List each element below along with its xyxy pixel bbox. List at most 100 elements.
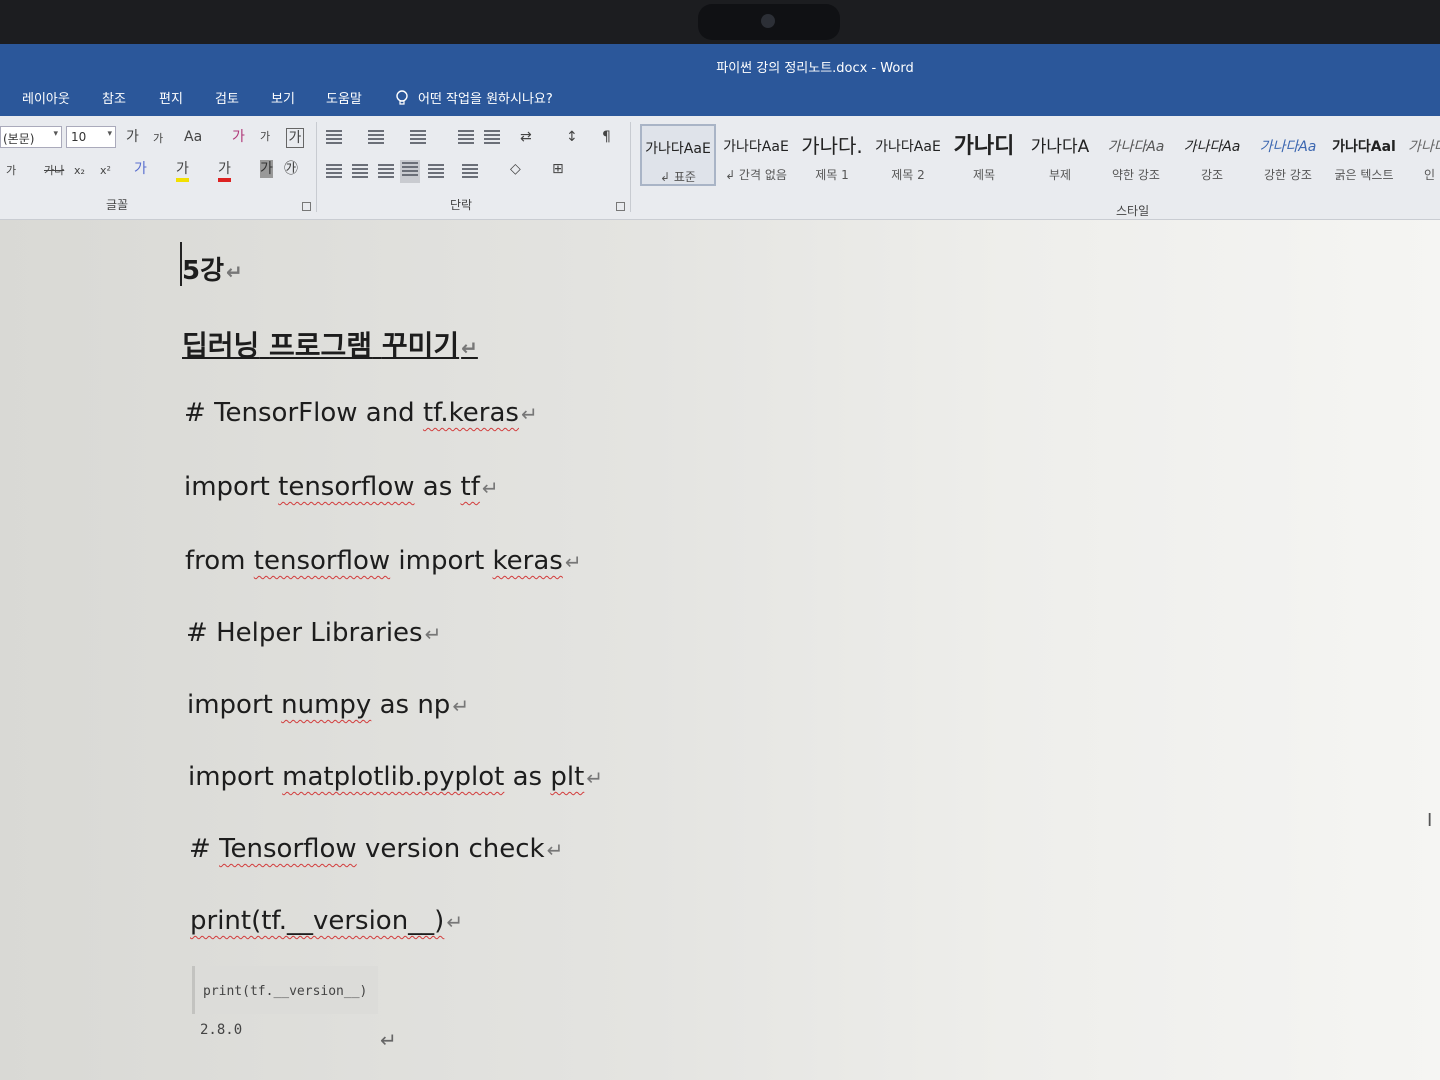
justify-button[interactable] (400, 160, 420, 183)
font-size-value: 10 (71, 130, 87, 144)
line-text: # TensorFlow and tf.keras (184, 398, 519, 428)
doc-line: import matplotlib.pyplot as plt ↵ (188, 762, 603, 792)
style-subtitle[interactable]: 가나다A 부제 (1022, 124, 1098, 186)
tab-help[interactable]: 도움말 (326, 88, 362, 107)
group-divider (630, 122, 631, 212)
bullets-button[interactable] (326, 130, 342, 149)
paragraph-mark: ↵ (481, 476, 499, 500)
asian-layout-button[interactable]: ⇄ (520, 128, 532, 146)
doc-line: import tensorflow as tf ↵ (184, 472, 499, 502)
line-text: import matplotlib.pyplot as plt (188, 762, 585, 792)
strikethrough-button[interactable]: 가나 (44, 162, 64, 180)
tab-mailings[interactable]: 편지 (159, 88, 183, 107)
line-text: # Helper Libraries (186, 618, 423, 648)
enclose-char-button[interactable]: ㉮ (284, 160, 298, 178)
distribute-button[interactable] (428, 164, 444, 183)
font-name-select[interactable]: (본문) ▾ (0, 126, 62, 148)
style-emphasis[interactable]: 가나다Aa 강조 (1174, 124, 1250, 186)
decrease-indent-button[interactable] (458, 130, 474, 149)
change-case-button[interactable]: Aa (184, 128, 202, 146)
font-dialog-launcher-icon[interactable] (302, 202, 311, 211)
tell-me-box[interactable]: 어떤 작업을 원하시나요? (396, 88, 553, 107)
title-bar: 파이썬 강의 정리노트.docx - Word (0, 44, 1440, 84)
shrink-font-button[interactable]: 가 (153, 130, 163, 148)
line-text: # Tensorflow version check (189, 834, 545, 864)
code-output: 2.8.0 (200, 1022, 243, 1038)
styles-group-label: 스타일 (1116, 204, 1150, 218)
tell-me-text: 어떤 작업을 원하시나요? (418, 92, 553, 107)
doc-line: print(tf.__version__) ↵ (190, 906, 463, 936)
style-preview: 가나다A (1030, 137, 1090, 157)
tab-review[interactable]: 검토 (215, 88, 239, 107)
chevron-down-icon: ▾ (107, 129, 112, 139)
tab-references[interactable]: 참조 (102, 88, 126, 107)
paragraph-mark: ↵ (520, 402, 538, 426)
underline-button[interactable]: 가 (6, 162, 16, 180)
style-preview: 가나다Aa (1107, 139, 1165, 155)
style-no-spacing[interactable]: 가나다AaE ↲ 간격 없음 (718, 124, 794, 186)
style-title[interactable]: 가나디 제목 (946, 124, 1022, 186)
style-heading-2[interactable]: 가나다AaE 제목 2 (870, 124, 946, 186)
paragraph-mark: ↵ (586, 766, 604, 790)
clear-format-button[interactable]: 가 (232, 128, 245, 146)
chevron-down-icon: ▾ (53, 129, 58, 139)
increase-indent-button[interactable] (484, 130, 500, 149)
lightbulb-icon (396, 89, 408, 105)
tab-view[interactable]: 보기 (271, 88, 295, 107)
style-name: 제목 2 (891, 168, 925, 182)
paragraph-mark: ↵ (380, 1028, 397, 1052)
align-center-button[interactable] (352, 164, 368, 183)
style-name: 강한 강조 (1264, 168, 1312, 182)
section-title: 딥러닝 프로그램 꾸미기 ↵ (182, 324, 478, 364)
style-heading-1[interactable]: 가나다. 제목 1 (794, 124, 870, 186)
line-spacing-button[interactable] (462, 164, 478, 183)
multilevel-list-button[interactable] (410, 130, 426, 149)
grow-font-button[interactable]: 가 (126, 128, 139, 146)
font-size-select[interactable]: 10 ▾ (66, 126, 116, 148)
borders-button[interactable]: ⊞ (552, 160, 564, 178)
sort-button[interactable]: ↕ (566, 128, 578, 146)
char-shading-button[interactable]: 가 (260, 160, 273, 178)
style-name: ↲ 표준 (660, 170, 696, 184)
line-text: 딥러닝 프로그램 꾸미기 (182, 329, 460, 362)
code-cell-image: print(tf.__version__) (192, 966, 378, 1014)
style-preview: 가나다AaE (645, 141, 711, 157)
group-divider (316, 122, 317, 212)
shading-bucket-icon[interactable]: ◇ (510, 160, 521, 178)
style-normal[interactable]: 가나다AaE ↲ 표준 (640, 124, 716, 186)
show-marks-button[interactable]: ¶ (602, 128, 611, 146)
document-page[interactable]: 5강 ↵ 딥러닝 프로그램 꾸미기 ↵ # TensorFlow and tf.ke… (0, 220, 1440, 1080)
tab-layout[interactable]: 레이아웃 (22, 88, 70, 107)
lesson-heading: 5강 ↵ (182, 250, 243, 287)
char-border-button[interactable]: 가 (286, 128, 304, 148)
camera-lens-icon (761, 14, 775, 28)
font-name-value: (본문) (3, 132, 35, 146)
font-group-label: 글꼴 (106, 198, 129, 212)
style-subtle-emphasis[interactable]: 가나다Aa 약한 강조 (1098, 124, 1174, 186)
style-name: 제목 (972, 168, 996, 182)
style-intense-emphasis[interactable]: 가나다Aa 강한 강조 (1250, 124, 1326, 186)
paragraph-mark: ↵ (446, 910, 464, 934)
webcam-cover (698, 4, 840, 40)
style-quote[interactable]: 가나다인 (1402, 124, 1440, 186)
font-color-button[interactable]: 가 (218, 160, 231, 182)
text-effects-button[interactable]: 가 (134, 160, 147, 178)
highlight-button[interactable]: 가 (176, 160, 189, 182)
align-left-button[interactable] (326, 164, 342, 183)
ibeam-cursor-icon: I (1427, 810, 1433, 831)
style-strong[interactable]: 가나다Aal 굵은 텍스트 (1326, 124, 1402, 186)
superscript-button[interactable]: x² (100, 162, 111, 180)
numbering-button[interactable] (368, 130, 384, 149)
paragraph-mark: ↵ (546, 838, 564, 862)
subscript-button[interactable]: x₂ (74, 162, 85, 180)
style-name: 부제 (1048, 168, 1072, 182)
style-preview: 가나다Aa (1259, 139, 1317, 155)
style-name: ↲ 간격 없음 (725, 168, 787, 182)
doc-line: # Tensorflow version check ↵ (189, 834, 563, 864)
line-text: 5강 (182, 256, 225, 286)
paragraph-dialog-launcher-icon[interactable] (616, 202, 625, 211)
phonetic-guide-button[interactable]: 가 (260, 128, 270, 146)
doc-line: # TensorFlow and tf.keras ↵ (184, 398, 538, 428)
doc-line: import numpy as np ↵ (187, 690, 469, 720)
align-right-button[interactable] (378, 164, 394, 183)
